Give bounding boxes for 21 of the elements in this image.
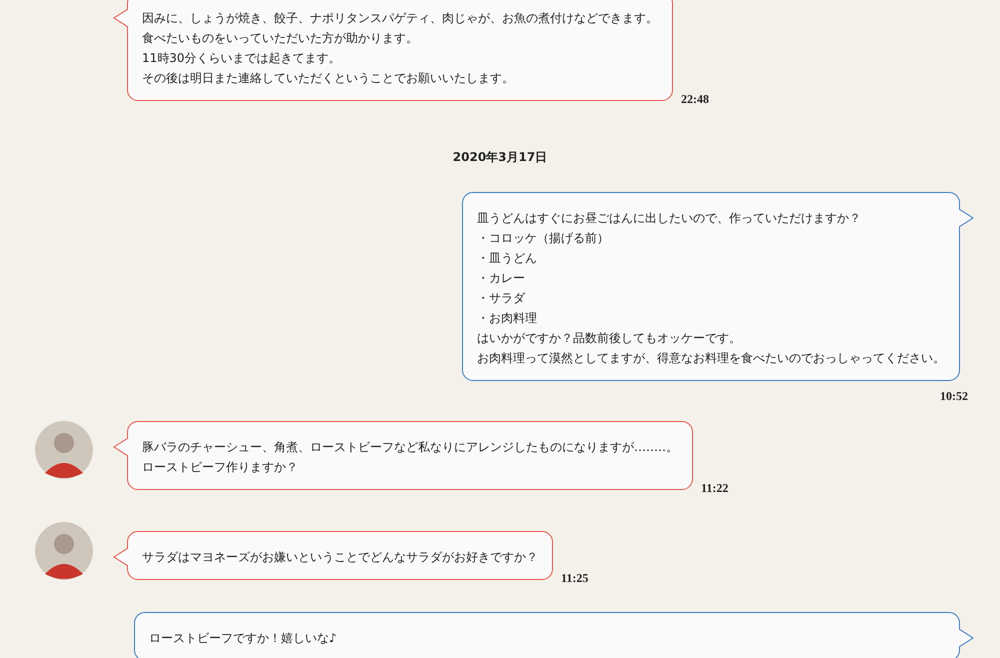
message-line: ローストビーフですか！嬉しいな♪ [149, 630, 338, 647]
message-time: 11:25 [561, 571, 588, 586]
message-line: お肉料理って漠然としてますが、得意なお料理を食べたいのでおっしゃってください。 [477, 350, 945, 367]
message-time: 11:22 [701, 481, 728, 496]
message-time: 22:48 [681, 92, 709, 107]
message-line: ・サラダ [477, 290, 526, 307]
message-line: 豚バラのチャーシュー、角煮、ローストビーフなど私なりにアレンジしたものになりますが‥……。 [142, 439, 678, 456]
message-line: サラダはマヨネーズがお嫌いということでどんなサラダがお好きですか？ [142, 549, 538, 566]
message-time: 10:52 [940, 389, 968, 403]
message-line: その後は明日また連絡していただくということでお願いいたします。 [142, 70, 515, 87]
date-separator: 2020年3月17日 [452, 149, 548, 166]
message-line: ローストビーフ作りますか？ [142, 459, 299, 476]
message-line: 皿うどんはすぐにお昼ごはんに出したいので、作っていただけますか？ [477, 210, 862, 227]
message-line: 11時30分くらいまでは起きてます。 [142, 50, 342, 67]
message-line: ・カレー [477, 270, 526, 287]
message-line: ・お肉料理 [477, 310, 538, 327]
message-line: ・コロッケ（揚げる前） [477, 230, 610, 247]
message-line: 食べたいものをいっていただいた方が助かります。 [142, 30, 419, 47]
message-line: ・皿うどん [477, 250, 538, 267]
message-line: 因みに、しょうが焼き、餃子、ナポリタンスパゲティ、肉じゃが、お魚の煮付けなどできます。 [142, 10, 658, 27]
message-line: はいかがですか？品数前後してもオッケーです。 [477, 330, 742, 347]
